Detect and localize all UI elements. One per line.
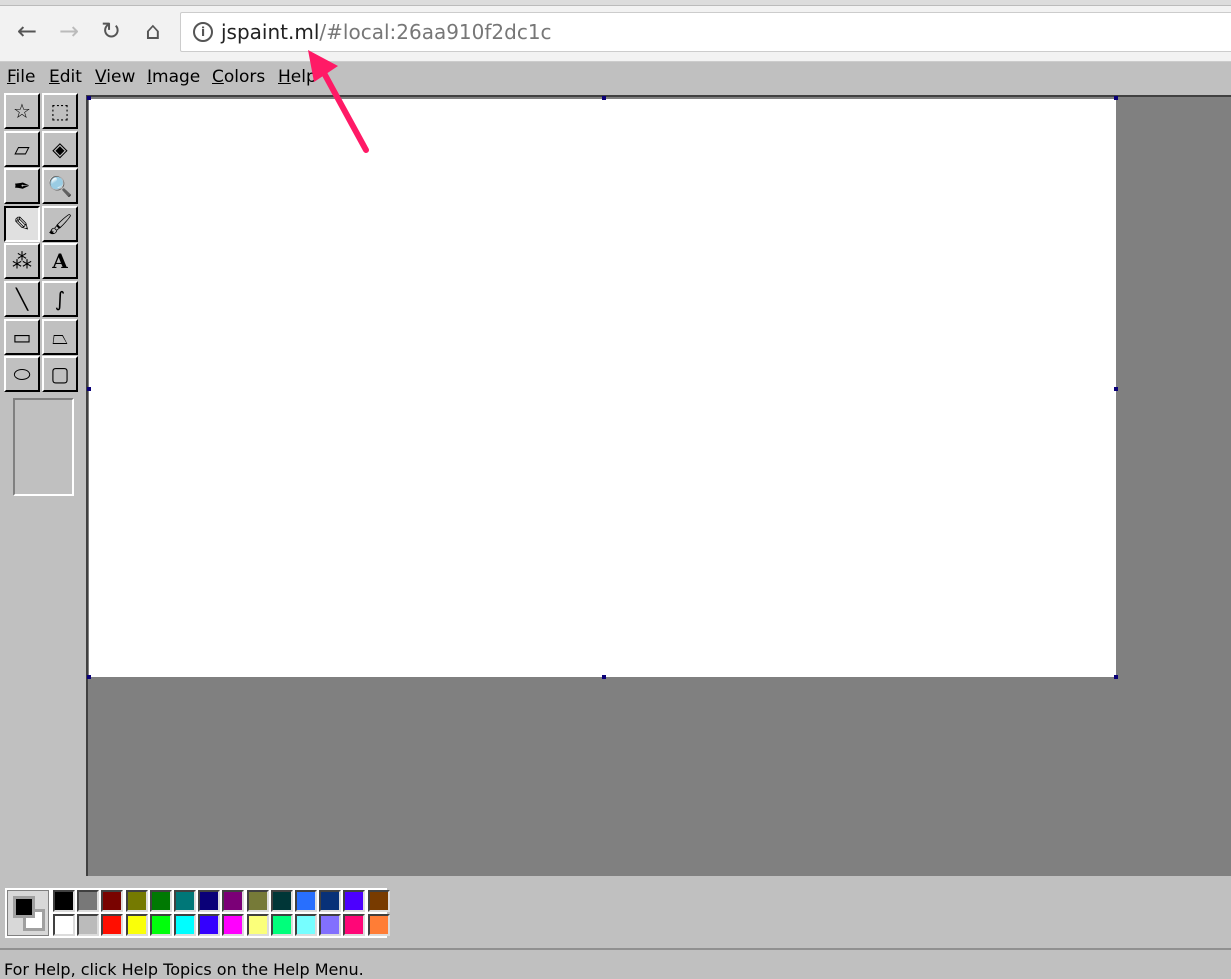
menu-bar: File Edit View Image Colors Help (0, 63, 1231, 93)
palette-swatch[interactable] (77, 890, 100, 912)
status-bar: For Help, click Help Topics on the Help … (0, 948, 1231, 979)
tool-pick-color-icon[interactable]: ✒ (4, 168, 40, 205)
tool-rounded-rectangle-icon[interactable]: ▢ (42, 356, 78, 393)
url-text[interactable]: jspaint.ml/#local:26aa910f2dc1c (221, 20, 552, 44)
palette-swatch[interactable] (53, 914, 75, 936)
menu-edit[interactable]: Edit (49, 67, 82, 87)
back-icon[interactable]: ← (12, 16, 42, 46)
home-icon[interactable]: ⌂ (138, 16, 168, 46)
tool-fill-with-color-icon[interactable]: ◈ (42, 130, 78, 167)
palette-swatch[interactable] (222, 890, 245, 912)
tool-free-form-select-icon[interactable]: ☆ (4, 93, 40, 129)
tool-polygon-icon[interactable]: ⏢ (42, 318, 78, 355)
reload-icon[interactable]: ↻ (96, 16, 126, 46)
url-host: jspaint.ml (221, 20, 320, 44)
color-palette (5, 888, 390, 938)
palette-swatch[interactable] (174, 890, 196, 912)
palette-swatch[interactable] (222, 914, 245, 936)
resize-handle (1114, 96, 1118, 100)
tool-text-icon[interactable]: A (42, 243, 78, 280)
drawing-canvas[interactable] (89, 99, 1116, 677)
info-icon[interactable]: i (193, 22, 213, 42)
browser-toolbar: ← → ↻ ⌂ i jspaint.ml/#local:26aa910f2dc1… (0, 6, 1231, 62)
palette-swatch[interactable] (246, 914, 269, 936)
foreground-color (13, 896, 35, 918)
palette-swatch[interactable] (149, 914, 172, 936)
tool-eraser-icon[interactable]: ▱ (4, 130, 40, 167)
palette-swatch[interactable] (343, 914, 366, 936)
palette-swatch[interactable] (270, 914, 293, 936)
palette-swatch[interactable] (246, 890, 269, 912)
tool-ellipse-icon[interactable]: ⬭ (4, 356, 40, 393)
palette-swatch[interactable] (198, 914, 221, 936)
menu-colors[interactable]: Colors (212, 67, 265, 87)
palette-swatch[interactable] (367, 914, 390, 936)
menu-view[interactable]: View (95, 67, 135, 87)
palette-swatch[interactable] (101, 914, 124, 936)
palette-swatch[interactable] (174, 914, 196, 936)
palette-swatch[interactable] (53, 890, 75, 912)
tool-rectangle-icon[interactable]: ▭ (4, 318, 40, 355)
palette-swatch[interactable] (270, 890, 293, 912)
resize-handle (87, 96, 91, 100)
tool-options[interactable] (13, 398, 74, 496)
palette-swatch[interactable] (343, 890, 366, 912)
url-path: /#local:26aa910f2dc1c (319, 20, 552, 44)
menu-image[interactable]: Image (147, 67, 200, 87)
tool-magnifier-icon[interactable]: 🔍 (42, 168, 78, 205)
tool-line-icon[interactable]: ╲ (4, 281, 40, 317)
resize-handle-bottom[interactable] (602, 675, 606, 679)
resize-handle-right[interactable] (1114, 387, 1118, 391)
palette-swatch[interactable] (295, 890, 317, 912)
annotation-arrow (308, 50, 369, 153)
palette-swatch[interactable] (125, 890, 148, 912)
tool-select-icon[interactable]: ⬚ (42, 93, 78, 129)
tool-airbrush-icon[interactable]: ⁂ (4, 243, 40, 280)
resize-handle (87, 675, 91, 679)
resize-handle (602, 96, 606, 100)
tool-brush-icon[interactable]: 🖌 (42, 205, 78, 242)
palette-swatch[interactable] (319, 914, 342, 936)
tool-curve-icon[interactable]: ∫ (42, 281, 78, 317)
menu-file[interactable]: File (7, 67, 35, 87)
palette-swatch[interactable] (198, 890, 221, 912)
resize-handle (87, 387, 91, 391)
current-colors (7, 890, 49, 936)
palette-swatch[interactable] (125, 914, 148, 936)
palette-swatch[interactable] (77, 914, 100, 936)
resize-handle-corner[interactable] (1114, 675, 1118, 679)
palette-swatch[interactable] (101, 890, 124, 912)
forward-icon[interactable]: → (54, 16, 84, 46)
tool-pencil-icon[interactable]: ✎ (4, 205, 40, 242)
palette-swatch[interactable] (319, 890, 342, 912)
palette-swatch[interactable] (367, 890, 390, 912)
palette-swatch[interactable] (295, 914, 317, 936)
palette-swatch[interactable] (149, 890, 172, 912)
address-bar[interactable]: i jspaint.ml/#local:26aa910f2dc1c (180, 12, 1231, 52)
